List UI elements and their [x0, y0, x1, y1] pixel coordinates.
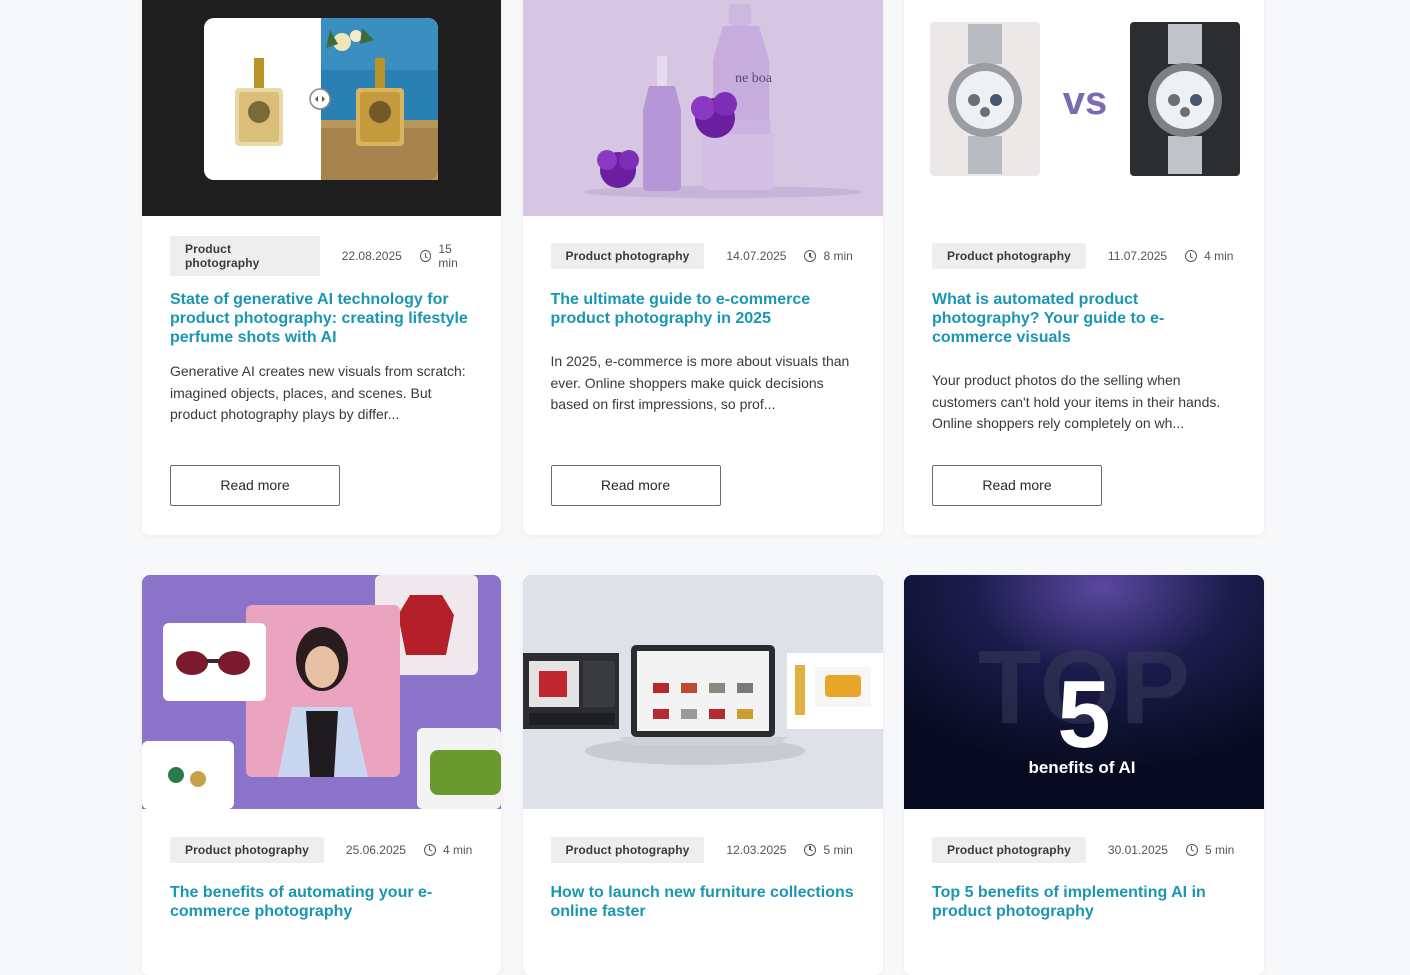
category-tag[interactable]: Product photography — [550, 243, 705, 269]
blog-card: Product photography 12.03.2025 5 min How… — [522, 575, 883, 975]
perfume-comparison-image — [142, 0, 501, 216]
clock-icon — [1185, 843, 1198, 856]
read-time: 8 min — [804, 249, 853, 263]
post-excerpt: In 2025, e-commerce is more about visual… — [550, 353, 850, 412]
post-date: 30.01.2025 — [1107, 842, 1168, 857]
read-more-button[interactable]: Read more — [932, 465, 1102, 506]
read-time-label: 5 min — [1204, 842, 1235, 857]
vs-text: vs — [1063, 79, 1108, 123]
post-date: 14.07.2025 — [726, 249, 787, 263]
card-meta: Product photography 11.07.2025 4 min — [904, 216, 1264, 269]
clock-icon — [804, 250, 817, 262]
post-excerpt: Your product photos do the selling when … — [932, 372, 1221, 431]
post-date: 12.03.2025 — [726, 842, 787, 857]
card-image-top5[interactable]: TOP 5 benefits of AI — [904, 575, 1264, 809]
read-time: 4 min — [1185, 249, 1233, 263]
post-title[interactable]: What is automated product photography? Y… — [904, 290, 1264, 347]
blog-grid: Product photography 22.08.2025 15 min St… — [142, 0, 1264, 975]
read-time: 5 min — [804, 842, 853, 857]
post-date: 25.06.2025 — [345, 842, 406, 857]
card-meta: Product photography 14.07.2025 8 min — [523, 216, 883, 269]
card-meta: Product photography 30.01.2025 5 min — [904, 809, 1264, 863]
post-date: 11.07.2025 — [1107, 249, 1168, 263]
blog-card: Product photography 22.08.2025 15 min St… — [142, 0, 501, 535]
clock-icon — [419, 250, 432, 262]
read-time-label: 4 min — [442, 842, 473, 857]
read-time: 4 min — [423, 842, 473, 857]
clock-icon — [1185, 250, 1198, 262]
read-time-label: 15 min — [438, 242, 458, 270]
brand-text: ne boa — [735, 71, 773, 86]
clock-icon — [423, 843, 436, 856]
card-image-furniture[interactable] — [522, 575, 883, 809]
read-time-label: 5 min — [823, 842, 853, 857]
blog-card: vs Product photography 11.07.2025 4 min … — [904, 0, 1264, 535]
clock-icon — [804, 843, 817, 856]
read-time-label: 8 min — [823, 249, 853, 263]
card-meta: Product photography 25.06.2025 4 min — [142, 809, 501, 863]
category-tag[interactable]: Product photography — [170, 236, 320, 276]
post-title[interactable]: The benefits of automating your e-commer… — [142, 883, 501, 921]
blog-card: Product photography 25.06.2025 4 min The… — [142, 575, 501, 975]
card-image-fashion[interactable] — [142, 575, 501, 809]
blog-card: ne boa Product photography 14.07.2025 8 … — [522, 0, 883, 535]
read-more-button[interactable]: Read more — [550, 465, 721, 506]
post-title[interactable]: State of generative AI technology for pr… — [142, 290, 501, 347]
post-title[interactable]: Top 5 benefits of implementing AI in pro… — [904, 883, 1264, 921]
post-title[interactable]: How to launch new furniture collections … — [523, 883, 883, 921]
watch-comparison-image: vs — [904, 0, 1264, 216]
category-tag[interactable]: Product photography — [550, 836, 705, 863]
post-excerpt: Generative AI creates new visuals from s… — [170, 363, 466, 422]
card-image-cosmetics[interactable]: ne boa — [522, 0, 883, 216]
category-tag[interactable]: Product photography — [932, 836, 1086, 863]
card-meta: Product photography 12.03.2025 5 min — [523, 809, 883, 863]
post-date: 22.08.2025 — [341, 249, 402, 263]
category-tag[interactable]: Product photography — [932, 243, 1086, 269]
read-time: 5 min — [1185, 842, 1235, 857]
furniture-software-image — [522, 575, 883, 809]
card-image-watches[interactable]: vs — [904, 0, 1264, 216]
cosmetics-image: ne boa — [522, 0, 883, 216]
read-time-label: 4 min — [1204, 249, 1234, 263]
read-time: 15 min — [419, 242, 473, 270]
card-meta: Product photography 22.08.2025 15 min — [142, 216, 501, 276]
fashion-collage-image — [142, 575, 501, 809]
number-five-text: 5 — [1057, 661, 1110, 768]
top5-image: TOP 5 benefits of AI — [904, 575, 1264, 809]
category-tag[interactable]: Product photography — [170, 836, 324, 863]
card-image-perfume[interactable] — [142, 0, 501, 216]
benefits-caption-text: benefits of AI — [1028, 758, 1135, 777]
blog-card: TOP 5 benefits of AI Product photography… — [904, 575, 1264, 975]
read-more-button[interactable]: Read more — [170, 465, 340, 506]
post-title[interactable]: The ultimate guide to e-commerce product… — [523, 290, 883, 328]
